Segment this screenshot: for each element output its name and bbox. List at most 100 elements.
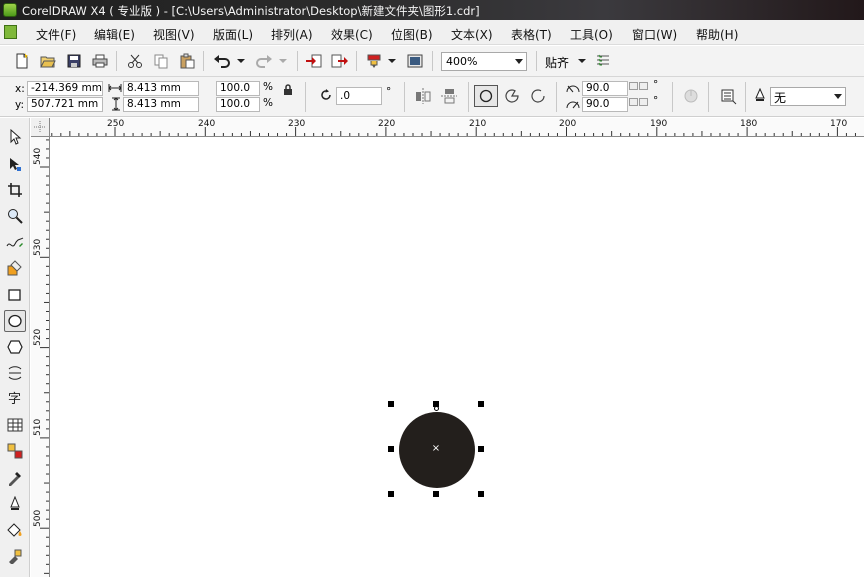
lock-ratio-icon[interactable] xyxy=(283,84,293,99)
menu-edit[interactable]: 编辑(E) xyxy=(94,26,135,43)
ruler-tick-label: 500 xyxy=(33,509,43,527)
ruler-tick-label: 190 xyxy=(650,119,668,129)
arc-mode-icon[interactable] xyxy=(530,88,546,107)
separator xyxy=(116,51,117,71)
snap-dropdown-icon[interactable] xyxy=(576,51,588,71)
selection-handle[interactable] xyxy=(388,446,394,452)
x-label: x: xyxy=(15,83,25,95)
menu-layout[interactable]: 版面(L) xyxy=(213,26,253,43)
rotation-angle-field[interactable]: .0 xyxy=(336,87,382,105)
zoom-tool-icon[interactable] xyxy=(4,205,26,227)
chevron-down-icon xyxy=(834,94,842,99)
ruler-tick-label: 520 xyxy=(33,328,43,346)
object-height-field[interactable]: 8.413 mm xyxy=(123,97,199,112)
open-folder-icon[interactable] xyxy=(38,51,58,71)
undo-dropdown-icon[interactable] xyxy=(235,51,247,71)
outline-width-select[interactable]: 无 xyxy=(770,87,846,106)
pie-mode-icon[interactable] xyxy=(504,88,520,107)
separator xyxy=(203,51,204,71)
mirror-horizontal-icon[interactable] xyxy=(414,88,432,107)
selection-handle[interactable] xyxy=(478,446,484,452)
mirror-vertical-icon[interactable] xyxy=(441,87,457,108)
ellipse-node[interactable] xyxy=(434,406,439,411)
coreldraw-app-icon[interactable] xyxy=(3,3,17,17)
crop-tool-icon[interactable] xyxy=(4,179,26,201)
document-icon[interactable] xyxy=(4,25,17,39)
vertical-ruler[interactable]: 540 530 520 510 500 xyxy=(31,137,50,577)
ruler-tick-label: 250 xyxy=(107,119,125,129)
x-position-field[interactable]: -214.369 mm xyxy=(27,81,103,96)
ruler-tick-label: 210 xyxy=(469,119,487,129)
end-angle-field[interactable]: 90.0 xyxy=(582,97,628,112)
paste-icon[interactable] xyxy=(177,51,197,71)
horizontal-ruler[interactable]: 250 240 230 220 210 200 190 180 170 xyxy=(31,118,864,137)
ellipse-tool-icon[interactable] xyxy=(4,310,26,332)
end-angle-spin-up[interactable] xyxy=(629,98,638,106)
scale-y-field[interactable]: 100.0 xyxy=(216,97,260,112)
fill-tool-icon[interactable] xyxy=(4,519,26,541)
menu-text[interactable]: 文本(X) xyxy=(451,26,493,43)
options-icon[interactable] xyxy=(593,51,613,71)
application-launcher-icon[interactable] xyxy=(364,51,384,71)
undo-icon[interactable] xyxy=(212,51,232,71)
shape-tool-icon[interactable] xyxy=(4,153,26,175)
menu-tools[interactable]: 工具(O) xyxy=(570,26,613,43)
import-icon[interactable] xyxy=(304,51,324,71)
launcher-dropdown-icon[interactable] xyxy=(386,51,398,71)
menu-view[interactable]: 视图(V) xyxy=(153,26,195,43)
selection-handle[interactable] xyxy=(433,491,439,497)
snap-to-button[interactable]: 贴齐 xyxy=(545,54,569,71)
start-angle-spin-down[interactable] xyxy=(639,82,648,90)
table-tool-icon[interactable] xyxy=(4,414,26,436)
redo-icon[interactable] xyxy=(254,51,274,71)
cut-icon[interactable] xyxy=(125,51,145,71)
export-icon[interactable] xyxy=(330,51,350,71)
degree-sign: ° xyxy=(653,95,659,107)
selection-handle[interactable] xyxy=(388,491,394,497)
drawing-canvas[interactable] xyxy=(51,138,864,577)
direction-toggle-icon[interactable] xyxy=(683,88,699,107)
freehand-tool-icon[interactable] xyxy=(4,231,26,253)
end-angle-spin-down[interactable] xyxy=(639,98,648,106)
menu-file[interactable]: 文件(F) xyxy=(36,26,76,43)
selection-handle[interactable] xyxy=(388,401,394,407)
start-angle-spin-up[interactable] xyxy=(629,82,638,90)
wrap-text-icon[interactable] xyxy=(719,87,737,108)
polygon-tool-icon[interactable] xyxy=(4,336,26,358)
smart-fill-tool-icon[interactable] xyxy=(4,257,26,279)
selection-handle[interactable] xyxy=(478,491,484,497)
ruler-tick-label: 230 xyxy=(288,119,306,129)
zoom-level-select[interactable]: 400% xyxy=(441,52,527,71)
copy-icon[interactable] xyxy=(151,51,171,71)
object-width-field[interactable]: 8.413 mm xyxy=(123,81,199,96)
interactive-blend-tool-icon[interactable] xyxy=(4,440,26,462)
ruler-tick-label: 240 xyxy=(198,119,216,129)
interactive-fill-tool-icon[interactable] xyxy=(4,545,26,567)
ellipse-mode-button[interactable] xyxy=(474,85,498,107)
basic-shapes-tool-icon[interactable] xyxy=(4,362,26,384)
print-icon[interactable] xyxy=(90,51,110,71)
window-title: CorelDRAW X4 ( 专业版 ) - [C:\Users\Adminis… xyxy=(22,4,480,18)
ruler-tick-label: 540 xyxy=(33,147,43,165)
save-icon[interactable] xyxy=(64,51,84,71)
welcome-screen-icon[interactable] xyxy=(405,51,425,71)
y-position-field[interactable]: 507.721 mm xyxy=(27,97,103,112)
start-angle-field[interactable]: 90.0 xyxy=(582,81,628,96)
redo-dropdown-icon[interactable] xyxy=(277,51,289,71)
selection-handle[interactable] xyxy=(478,401,484,407)
menu-help[interactable]: 帮助(H) xyxy=(696,26,738,43)
outline-tool-icon[interactable] xyxy=(4,493,26,515)
menu-effects[interactable]: 效果(C) xyxy=(331,26,373,43)
menu-arrange[interactable]: 排列(A) xyxy=(271,26,313,43)
ruler-origin[interactable] xyxy=(31,118,50,137)
menu-table[interactable]: 表格(T) xyxy=(511,26,552,43)
menu-window[interactable]: 窗口(W) xyxy=(632,26,677,43)
rectangle-tool-icon[interactable] xyxy=(4,284,26,306)
eyedropper-tool-icon[interactable] xyxy=(4,467,26,489)
separator xyxy=(536,51,537,71)
scale-x-field[interactable]: 100.0 xyxy=(216,81,260,96)
text-tool-icon[interactable]: 字 xyxy=(4,387,26,409)
new-document-icon[interactable] xyxy=(12,51,32,71)
pick-tool-icon[interactable] xyxy=(4,126,26,148)
menu-bitmaps[interactable]: 位图(B) xyxy=(391,26,433,43)
